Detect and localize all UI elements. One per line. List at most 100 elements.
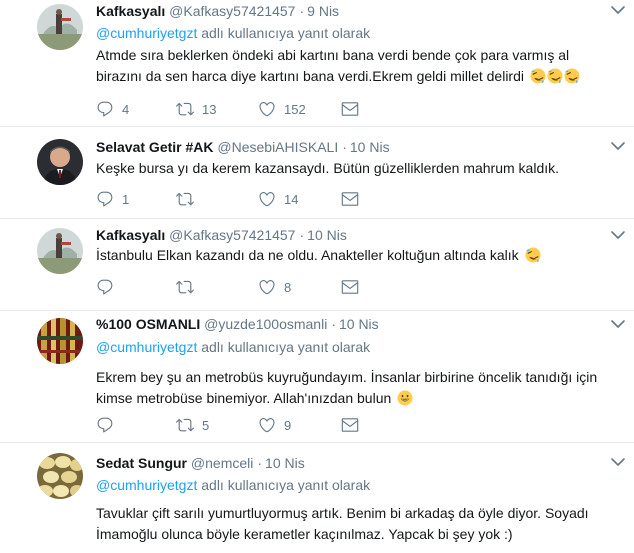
reply-mention-link[interactable]: @cumhuriyetgzt: [96, 339, 197, 355]
caret-down-icon[interactable]: [610, 229, 626, 241]
reply-count: 4: [122, 101, 130, 117]
tweet-text: Atmde sıra beklerken öndeki abi kartını …: [96, 45, 624, 87]
direct-message-icon: [341, 416, 359, 434]
avatar[interactable]: [37, 318, 83, 364]
display-name[interactable]: Kafkasyalı: [96, 3, 165, 19]
direct-message-button[interactable]: [341, 277, 359, 297]
reply-context: @cumhuriyetgzt adlı kullanıcıya yanıt ol…: [96, 475, 624, 495]
avatar[interactable]: [37, 139, 83, 185]
reply-icon: [96, 416, 114, 434]
avatar[interactable]: [37, 4, 83, 50]
retweet-icon: [176, 190, 194, 208]
retweet-icon: [176, 278, 194, 296]
retweet-count: 5: [202, 417, 210, 433]
retweet-button[interactable]: [176, 189, 194, 209]
retweet-button[interactable]: [176, 277, 194, 297]
direct-message-icon: [341, 190, 359, 208]
grinning-face-emoji: [397, 390, 413, 406]
display-name[interactable]: Sedat Sungur: [96, 455, 187, 471]
caret-down-icon[interactable]: [610, 456, 626, 468]
reply-feed: Kafkasyalı @Kafkasy57421457 · 9 Nis @cumhu…: [0, 0, 634, 553]
direct-message-button[interactable]: [341, 99, 359, 119]
reply-button[interactable]: 1: [96, 189, 129, 209]
caret-down-icon[interactable]: [610, 4, 626, 16]
like-button[interactable]: 9: [258, 415, 291, 435]
tweet-text: Ekrem bey şu an metrobüs kuyruğundayım. …: [96, 367, 624, 409]
tweet-timestamp[interactable]: 9 Nis: [307, 3, 339, 19]
tweet-actions: 8: [96, 277, 396, 297]
reply-context-text: adlı kullanıcıya yanıt olarak: [197, 477, 371, 493]
tweet-text-line: Keşke bursa yı da kerem kazansaydı. Bütü…: [96, 160, 560, 176]
like-icon: [258, 190, 276, 208]
retweet-button[interactable]: 5: [176, 415, 209, 435]
reply-mention-link[interactable]: @cumhuriyetgzt: [96, 477, 197, 493]
like-button[interactable]: 8: [258, 277, 291, 297]
reply-button[interactable]: 4: [96, 99, 129, 119]
rolling-on-floor-laughing-emoji: [564, 68, 580, 84]
avatar[interactable]: [37, 228, 83, 274]
direct-message-icon: [341, 278, 359, 296]
tweet-header: Sedat Sungur @nemceli · 10 Nis: [96, 453, 624, 473]
retweet-count: 13: [202, 101, 217, 117]
tweet-text-line: Atmde sıra beklerken öndeki abi kartını …: [96, 47, 570, 63]
tweet-text-line: Ekrem bey şu an metrobüs kuyruğundayım. …: [96, 369, 598, 385]
like-button[interactable]: 14: [258, 189, 298, 209]
tweet-text: Tavuklar çift sarılı yumurtluyormuş artı…: [96, 503, 624, 545]
retweet-icon: [176, 416, 194, 434]
user-handle[interactable]: @yuzde100osmanli: [204, 316, 327, 332]
tweet-timestamp[interactable]: 10 Nis: [265, 455, 305, 471]
like-icon: [258, 278, 276, 296]
user-handle[interactable]: @nemceli: [191, 455, 253, 471]
user-handle[interactable]: @NesebiAHISKALI: [217, 139, 338, 155]
tweet-header: Kafkasyalı @Kafkasy57421457 · 9 Nis: [96, 1, 624, 21]
separator-dot: ·: [299, 227, 305, 243]
user-handle[interactable]: @Kafkasy57421457: [169, 227, 295, 243]
retweet-button[interactable]: 13: [176, 99, 216, 119]
tweet-card[interactable]: Sedat Sungur @nemceli · 10 Nis @cumhuriyet…: [0, 443, 634, 553]
display-name[interactable]: Kafkasyalı: [96, 227, 165, 243]
tweet-timestamp[interactable]: 10 Nis: [350, 139, 390, 155]
tweet-header: %100 OSMANLI @yuzde100osmanli · 10 Nis: [96, 314, 624, 334]
direct-message-button[interactable]: [341, 189, 359, 209]
display-name[interactable]: Selavat Getir #AK: [96, 139, 214, 155]
reply-button[interactable]: [96, 277, 114, 297]
separator-dot: ·: [257, 455, 263, 471]
tweet-text: Keşke bursa yı da kerem kazansaydı. Bütü…: [96, 158, 624, 179]
tweet-text-line: İstanbulu Elkan kazandı da ne oldu. Anak…: [96, 245, 624, 266]
tweet-card[interactable]: Kafkasyalı @Kafkasy57421457 · 10 Nis İstan…: [0, 219, 634, 311]
tweet-header: Selavat Getir #AK @NesebiAHISKALI · 10 Nis: [96, 137, 624, 157]
tweet-text-line: birazını da sen harca diye kartını bana …: [96, 66, 624, 87]
caret-down-icon[interactable]: [610, 140, 626, 152]
display-name[interactable]: %100 OSMANLI: [96, 316, 200, 332]
user-handle[interactable]: @Kafkasy57421457: [169, 3, 295, 19]
like-count: 152: [284, 101, 306, 117]
tweet-actions: 5 9: [96, 415, 396, 435]
tweet-text-line: kimse metrobüse binemiyor. Allah'ınızdan…: [96, 388, 624, 409]
reply-mention-link[interactable]: @cumhuriyetgzt: [96, 25, 197, 41]
tweet-timestamp[interactable]: 10 Nis: [307, 227, 347, 243]
tweet-text-line: İmamoğlu olunca böyle kerametler kaçınıl…: [96, 526, 513, 542]
tweet-card[interactable]: Selavat Getir #AK @NesebiAHISKALI · 10 Nis…: [0, 127, 634, 219]
rolling-on-floor-laughing-emoji: [547, 68, 563, 84]
reply-context-text: adlı kullanıcıya yanıt olarak: [197, 339, 371, 355]
tweet-actions: 1 14: [96, 189, 396, 209]
reply-count: 1: [122, 191, 130, 207]
reply-button[interactable]: [96, 415, 114, 435]
separator-dot: ·: [342, 139, 347, 155]
tweet-card[interactable]: Kafkasyalı @Kafkasy57421457 · 9 Nis @cumhu…: [0, 0, 634, 127]
retweet-icon: [176, 100, 194, 118]
tweet-timestamp[interactable]: 10 Nis: [339, 316, 379, 332]
separator-dot: ·: [299, 3, 305, 19]
tweet-actions: 4 13 152: [96, 99, 396, 119]
caret-down-icon[interactable]: [610, 318, 626, 330]
avatar[interactable]: [37, 453, 83, 499]
tweet-card[interactable]: %100 OSMANLI @yuzde100osmanli · 10 Nis @cu…: [0, 311, 634, 443]
reply-context-text: adlı kullanıcıya yanıt olarak: [197, 25, 371, 41]
like-count: 9: [284, 417, 292, 433]
reply-context: @cumhuriyetgzt adlı kullanıcıya yanıt ol…: [96, 337, 624, 357]
direct-message-button[interactable]: [341, 415, 359, 435]
reply-icon: [96, 100, 114, 118]
like-count: 8: [284, 279, 292, 295]
like-button[interactable]: 152: [258, 99, 306, 119]
like-icon: [258, 416, 276, 434]
